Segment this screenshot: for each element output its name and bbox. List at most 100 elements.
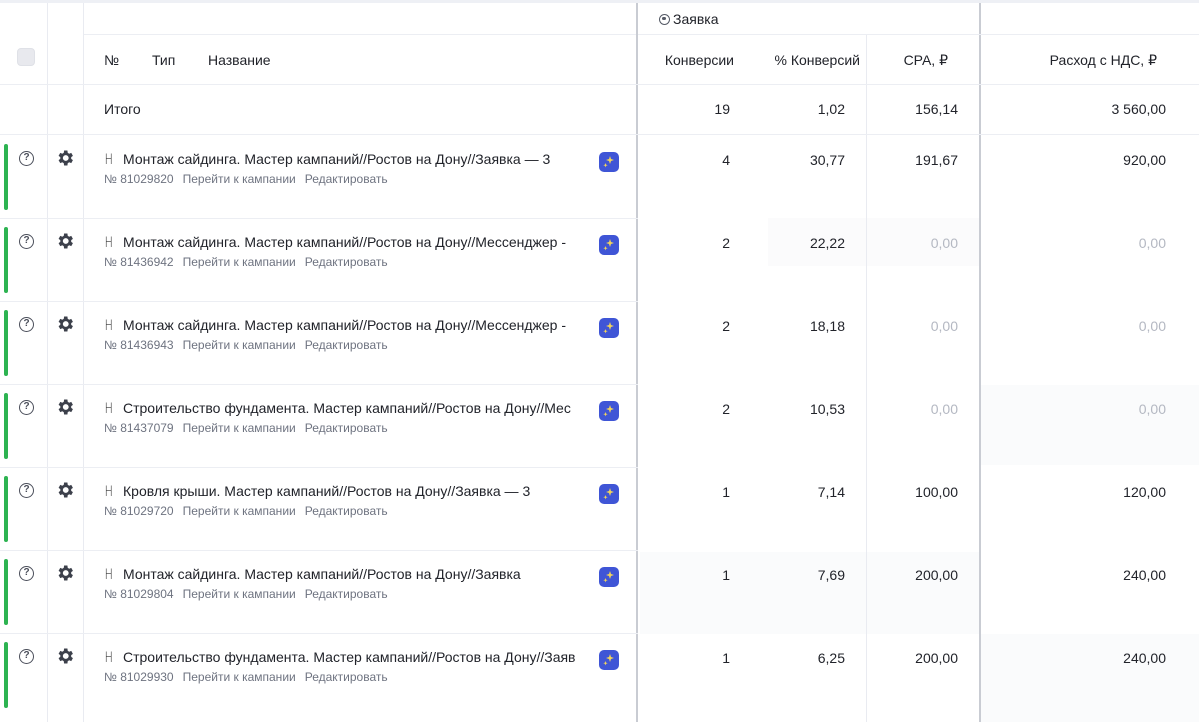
- column-header-cpa[interactable]: CPA, ₽: [848, 52, 948, 69]
- cell-cpa: 0,00: [930, 401, 958, 417]
- sparkle-icon: [603, 488, 614, 500]
- cell-conversions: 2: [722, 235, 730, 251]
- table-row[interactable]: ? ꀿ Монтаж сайдинга. Мастер кампаний//Рос…: [0, 550, 1199, 633]
- gear-icon[interactable]: [55, 480, 75, 500]
- top-border: [0, 0, 1199, 3]
- cell-conversion-pct: 6,25: [817, 650, 845, 666]
- campaign-id: № 81437079: [104, 421, 174, 435]
- help-icon[interactable]: ?: [19, 566, 34, 581]
- campaign-title[interactable]: Монтаж сайдинга. Мастер кампаний//Ростов…: [123, 317, 566, 333]
- select-all-checkbox[interactable]: [17, 48, 35, 66]
- campaign-name-cell: ꀿ Монтаж сайдинга. Мастер кампаний//Росто…: [104, 151, 600, 186]
- goal-group-label: Заявка: [673, 11, 719, 27]
- cell-conversions: 4: [722, 152, 730, 168]
- table-row[interactable]: ? ꀿ Строительство фундамента. Мастер камп…: [0, 384, 1199, 467]
- go-to-campaign-link[interactable]: Перейти к кампании: [183, 670, 296, 684]
- status-indicator: [4, 144, 8, 210]
- cell-cost-vat: 240,00: [1123, 567, 1166, 583]
- campaign-title[interactable]: Кровля крыши. Мастер кампаний//Ростов на…: [123, 483, 530, 499]
- go-to-campaign-link[interactable]: Перейти к кампании: [183, 172, 296, 186]
- help-icon[interactable]: ?: [19, 317, 34, 332]
- ai-assistant-badge[interactable]: [599, 152, 619, 172]
- table-row[interactable]: ? ꀿ Монтаж сайдинга. Мастер кампаний//Рос…: [0, 218, 1199, 301]
- totals-label: Итого: [104, 101, 141, 117]
- table-row[interactable]: ? ꀿ Монтаж сайдинга. Мастер кампаний//Рос…: [0, 301, 1199, 384]
- campaign-id: № 81029720: [104, 504, 174, 518]
- campaign-name-cell: ꀿ Строительство фундамента. Мастер кампан…: [104, 400, 600, 435]
- ai-assistant-badge[interactable]: [599, 401, 619, 421]
- gear-icon[interactable]: [55, 148, 75, 168]
- column-header-cost-vat[interactable]: Расход с НДС, ₽: [1000, 52, 1157, 69]
- master-campaign-icon: ꀿ: [104, 402, 114, 416]
- help-icon[interactable]: ?: [19, 234, 34, 249]
- row-divider: [638, 34, 1199, 35]
- ai-assistant-badge[interactable]: [599, 318, 619, 338]
- gear-icon[interactable]: [55, 397, 75, 417]
- campaign-title[interactable]: Монтаж сайдинга. Мастер кампаний//Ростов…: [123, 566, 521, 582]
- target-icon: [659, 13, 670, 25]
- column-header-conversion-pct[interactable]: % Конверсий: [740, 52, 860, 68]
- cell-cpa: 191,67: [915, 152, 958, 168]
- help-icon[interactable]: ?: [19, 151, 34, 166]
- help-icon[interactable]: ?: [19, 649, 34, 664]
- status-indicator: [4, 559, 8, 625]
- cell-cost-vat: 920,00: [1123, 152, 1166, 168]
- sparkle-icon: [603, 571, 614, 583]
- campaign-title[interactable]: Монтаж сайдинга. Мастер кампаний//Ростов…: [123, 234, 566, 250]
- status-indicator: [4, 393, 8, 459]
- gear-icon[interactable]: [55, 563, 75, 583]
- goal-group-header[interactable]: Заявка: [659, 11, 718, 27]
- go-to-campaign-link[interactable]: Перейти к кампании: [183, 255, 296, 269]
- help-icon[interactable]: ?: [19, 483, 34, 498]
- ai-assistant-badge[interactable]: [599, 567, 619, 587]
- cell-conversion-pct: 10,53: [809, 401, 845, 417]
- row-divider: [0, 84, 1199, 85]
- gear-icon[interactable]: [55, 314, 75, 334]
- cell-conversion-pct: 7,14: [817, 484, 845, 500]
- edit-campaign-link[interactable]: Редактировать: [305, 587, 388, 601]
- column-header-conversions[interactable]: Конверсии: [634, 52, 734, 68]
- totals-conversion-pct: 1,02: [817, 101, 845, 117]
- cell-cost-vat: 0,00: [1138, 318, 1166, 334]
- column-header-name[interactable]: Название: [208, 52, 271, 68]
- cell-cpa: 0,00: [930, 235, 958, 251]
- go-to-campaign-link[interactable]: Перейти к кампании: [183, 421, 296, 435]
- sparkle-icon: [603, 654, 614, 666]
- column-header-type[interactable]: Тип: [152, 52, 175, 68]
- campaign-title[interactable]: Строительство фундамента. Мастер кампани…: [123, 400, 571, 416]
- cell-cpa: 200,00: [915, 650, 958, 666]
- cell-conversions: 2: [722, 318, 730, 334]
- table-row[interactable]: ? ꀿ Монтаж сайдинга. Мастер кампаний//Рос…: [0, 135, 1199, 218]
- ai-assistant-badge[interactable]: [599, 235, 619, 255]
- edit-campaign-link[interactable]: Редактировать: [305, 338, 388, 352]
- cell-conversions: 2: [722, 401, 730, 417]
- gear-icon[interactable]: [55, 231, 75, 251]
- cell-cost-vat: 240,00: [1123, 650, 1166, 666]
- campaign-name-cell: ꀿ Монтаж сайдинга. Мастер кампаний//Росто…: [104, 566, 600, 601]
- master-campaign-icon: ꀿ: [104, 236, 114, 250]
- cell-conversion-pct: 18,18: [809, 318, 845, 334]
- column-header-number[interactable]: №: [104, 52, 119, 68]
- table-row[interactable]: ? ꀿ Кровля крыши. Мастер кампаний//Ростов…: [0, 467, 1199, 550]
- cell-conversion-pct: 22,22: [809, 235, 845, 251]
- go-to-campaign-link[interactable]: Перейти к кампании: [183, 587, 296, 601]
- edit-campaign-link[interactable]: Редактировать: [305, 172, 388, 186]
- ai-assistant-badge[interactable]: [599, 650, 619, 670]
- master-campaign-icon: ꀿ: [104, 568, 114, 582]
- campaign-name-cell: ꀿ Монтаж сайдинга. Мастер кампаний//Росто…: [104, 234, 600, 269]
- go-to-campaign-link[interactable]: Перейти к кампании: [183, 504, 296, 518]
- go-to-campaign-link[interactable]: Перейти к кампании: [183, 338, 296, 352]
- edit-campaign-link[interactable]: Редактировать: [305, 255, 388, 269]
- help-icon[interactable]: ?: [19, 400, 34, 415]
- edit-campaign-link[interactable]: Редактировать: [305, 670, 388, 684]
- campaign-title[interactable]: Монтаж сайдинга. Мастер кампаний//Ростов…: [123, 151, 550, 167]
- campaign-id: № 81029804: [104, 587, 174, 601]
- edit-campaign-link[interactable]: Редактировать: [305, 504, 388, 518]
- edit-campaign-link[interactable]: Редактировать: [305, 421, 388, 435]
- status-indicator: [4, 227, 8, 293]
- table-row[interactable]: ? ꀿ Строительство фундамента. Мастер камп…: [0, 633, 1199, 716]
- ai-assistant-badge[interactable]: [599, 484, 619, 504]
- cell-cost-vat: 0,00: [1138, 235, 1166, 251]
- campaign-title[interactable]: Строительство фундамента. Мастер кампани…: [123, 649, 576, 665]
- gear-icon[interactable]: [55, 646, 75, 666]
